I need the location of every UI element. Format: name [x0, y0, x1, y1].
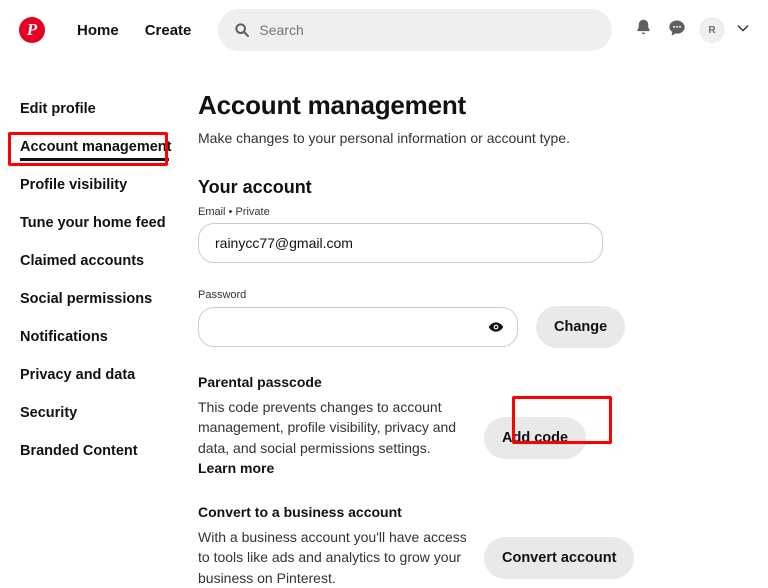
convert-business-heading: Convert to a business account — [198, 504, 402, 521]
sidebar-item-label: Account management — [20, 139, 172, 155]
chevron-down-icon — [735, 20, 751, 41]
sidebar-item-label: Edit profile — [20, 101, 96, 117]
top-navigation-bar: P Home Create R — [0, 0, 768, 60]
email-field[interactable] — [198, 223, 603, 263]
nav-create-link[interactable]: Create — [132, 14, 205, 47]
email-field-label: Email • Private — [198, 206, 270, 218]
section-title-your-account: Your account — [198, 177, 312, 197]
password-field-group: Password Change — [198, 289, 638, 348]
sidebar-item-social-permissions[interactable]: Social permissions — [0, 280, 190, 318]
pinterest-logo-icon: P — [19, 17, 45, 43]
convert-business-account-section: Convert to a business account With a bus… — [198, 504, 638, 588]
learn-more-link[interactable]: Learn more — [198, 460, 274, 476]
password-field[interactable] — [198, 307, 518, 347]
password-field-label: Password — [198, 289, 247, 301]
parental-passcode-heading: Parental passcode — [198, 374, 322, 390]
change-password-button[interactable]: Change — [536, 306, 626, 348]
notifications-button[interactable] — [626, 13, 660, 47]
password-input-wrapper — [198, 307, 518, 347]
parental-passcode-description: This code prevents changes to account ma… — [198, 397, 468, 478]
sidebar-item-security[interactable]: Security — [0, 394, 190, 432]
parental-passcode-section: Parental passcode This code prevents cha… — [198, 374, 638, 478]
sidebar-item-label: Claimed accounts — [20, 253, 145, 269]
page-title: Account management — [198, 90, 467, 120]
search-bar[interactable] — [218, 9, 612, 51]
email-field-group: Email • Private — [198, 206, 638, 263]
sidebar-item-account-management[interactable]: Account management — [0, 128, 190, 166]
main-content: Account management Make changes to your … — [198, 90, 638, 588]
sidebar-item-claimed-accounts[interactable]: Claimed accounts — [0, 242, 190, 280]
sidebar-item-profile-visibility[interactable]: Profile visibility — [0, 166, 190, 204]
sidebar-item-label: Profile visibility — [20, 177, 128, 193]
avatar[interactable]: R — [699, 17, 725, 43]
search-input[interactable] — [259, 22, 596, 38]
sidebar-item-label: Branded Content — [20, 443, 138, 459]
account-menu-button[interactable] — [730, 17, 756, 43]
sidebar-item-branded-content[interactable]: Branded Content — [0, 432, 190, 470]
sidebar-item-notifications[interactable]: Notifications — [0, 318, 190, 356]
settings-sidebar: Edit profile Account management Profile … — [0, 90, 190, 470]
messages-button[interactable] — [660, 13, 694, 47]
page-subtitle: Make changes to your personal informatio… — [198, 130, 570, 146]
bell-icon — [634, 18, 653, 42]
sidebar-item-label: Tune your home feed — [20, 215, 166, 231]
speech-bubble-icon — [667, 18, 687, 43]
sidebar-item-tune-your-home-feed[interactable]: Tune your home feed — [0, 204, 190, 242]
sidebar-item-label: Privacy and data — [20, 367, 136, 383]
eye-icon[interactable] — [488, 319, 504, 335]
convert-business-description: With a business account you'll have acce… — [198, 529, 467, 586]
sidebar-item-label: Social permissions — [20, 291, 153, 307]
pinterest-logo-button[interactable]: P — [12, 10, 52, 50]
add-code-button[interactable]: Add code — [484, 416, 587, 459]
sidebar-item-label: Security — [20, 405, 78, 421]
search-icon — [234, 22, 250, 38]
sidebar-item-edit-profile[interactable]: Edit profile — [0, 90, 190, 128]
parental-passcode-body-text: This code prevents changes to account ma… — [198, 399, 457, 456]
sidebar-item-privacy-and-data[interactable]: Privacy and data — [0, 356, 190, 394]
convert-account-button[interactable]: Convert account — [484, 536, 635, 579]
sidebar-item-label: Notifications — [20, 329, 108, 345]
nav-home-link[interactable]: Home — [64, 14, 132, 47]
active-underline — [20, 158, 169, 161]
